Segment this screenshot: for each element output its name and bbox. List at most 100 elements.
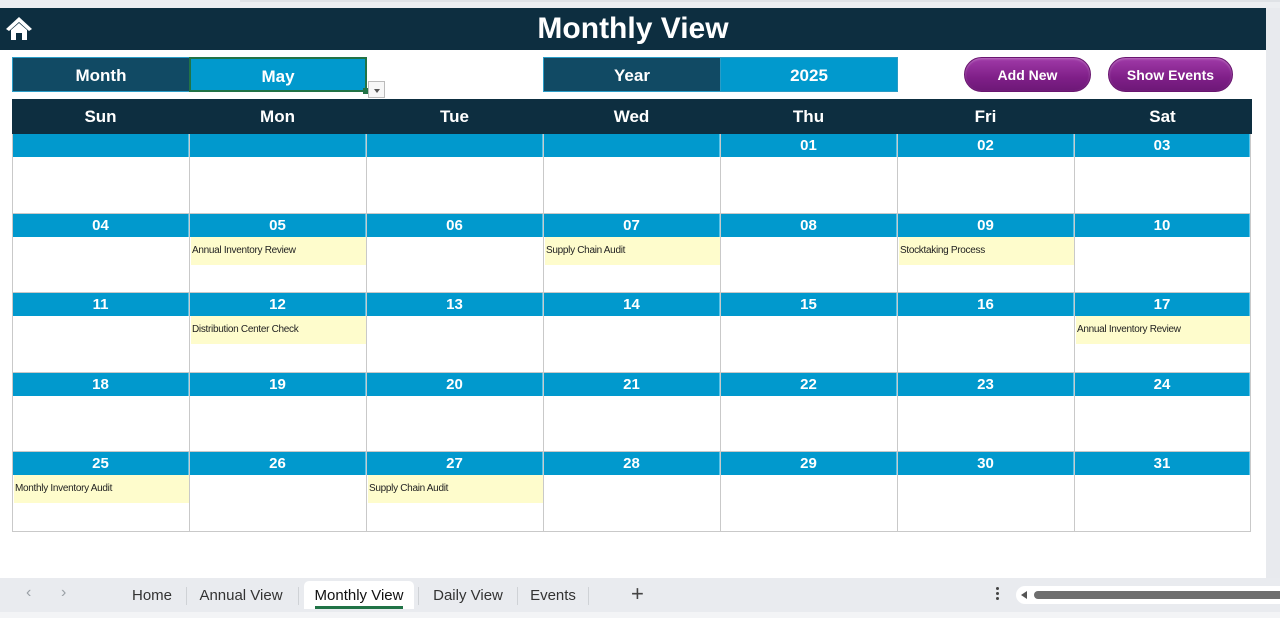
day-cell[interactable]: 15 <box>720 293 897 373</box>
day-number <box>13 134 189 157</box>
weekday-header: Sun Mon Tue Wed Thu Fri Sat <box>12 99 1252 134</box>
day-cell[interactable]: 14 <box>543 293 720 373</box>
day-number: 28 <box>544 452 720 475</box>
tab-home[interactable]: Home <box>122 581 182 609</box>
day-number: 18 <box>13 372 189 396</box>
add-sheet-button[interactable]: + <box>631 581 644 607</box>
day-number: 21 <box>544 372 720 396</box>
day-cell[interactable]: 05 Annual Inventory Review <box>189 213 366 293</box>
day-number <box>367 134 543 157</box>
day-cell[interactable]: 06 <box>366 213 543 293</box>
day-cell[interactable] <box>12 134 189 214</box>
day-cell[interactable]: 30 <box>897 452 1074 532</box>
day-number: 24 <box>1075 372 1250 396</box>
month-label: Month <box>12 57 190 92</box>
day-cell[interactable]: 19 <box>189 372 366 452</box>
calendar-weeks: 01 02 03 04 05 Annual Inventory Review 06 07 Sup… <box>12 134 1252 532</box>
tab-annual-view[interactable]: Annual View <box>192 581 290 609</box>
month-select-cell[interactable]: May <box>189 57 369 94</box>
day-number: 31 <box>1075 452 1250 475</box>
day-cell[interactable] <box>543 134 720 214</box>
page-title: Monthly View <box>537 12 729 45</box>
tab-daily-view[interactable]: Daily View <box>425 581 511 609</box>
day-cell[interactable]: 12 Distribution Center Check <box>189 293 366 373</box>
event-entry[interactable]: Supply Chain Audit <box>545 236 720 265</box>
weekday-sat: Sat <box>1149 107 1176 126</box>
day-cell[interactable]: 16 <box>897 293 1074 373</box>
show-events-button[interactable]: Show Events <box>1108 57 1233 92</box>
event-entry[interactable]: Annual Inventory Review <box>191 236 366 265</box>
day-cell[interactable]: 13 <box>366 293 543 373</box>
day-number <box>544 134 720 157</box>
tab-divider <box>418 587 419 605</box>
tab-monthly-view[interactable]: Monthly View <box>304 581 414 609</box>
day-number: 26 <box>190 452 366 475</box>
scroll-left-icon[interactable] <box>1021 591 1027 599</box>
day-number <box>190 134 366 157</box>
scrollbar-thumb[interactable] <box>1034 591 1280 599</box>
day-cell[interactable]: 03 <box>1074 134 1251 214</box>
day-number: 20 <box>367 372 543 396</box>
weekday-sun: Sun <box>84 107 117 126</box>
tab-events[interactable]: Events <box>524 581 582 609</box>
day-number: 17 <box>1075 293 1250 316</box>
day-cell[interactable]: 27 Supply Chain Audit <box>366 452 543 532</box>
event-entry[interactable]: Distribution Center Check <box>191 316 366 344</box>
day-cell[interactable]: 20 <box>366 372 543 452</box>
tab-monthly-view-label: Monthly View <box>314 587 404 609</box>
day-cell[interactable]: 08 <box>720 213 897 293</box>
day-number: 08 <box>721 213 897 237</box>
day-cell[interactable]: 09 Stocktaking Process <box>897 213 1074 293</box>
calendar-grid: Sun Mon Tue Wed Thu Fri Sat 01 02 03 04 05 An… <box>12 99 1252 532</box>
day-number: 12 <box>190 293 366 316</box>
day-number: 03 <box>1075 134 1250 157</box>
title-bar: Monthly View <box>0 8 1266 50</box>
event-entry[interactable]: Stocktaking Process <box>899 236 1074 265</box>
day-cell[interactable]: 22 <box>720 372 897 452</box>
weekday-fri: Fri <box>974 107 997 126</box>
horizontal-scrollbar[interactable] <box>1016 586 1280 604</box>
more-options-icon[interactable] <box>996 587 1000 603</box>
event-entry[interactable]: Monthly Inventory Audit <box>14 475 189 503</box>
day-number: 15 <box>721 293 897 316</box>
day-cell[interactable]: 25 Monthly Inventory Audit <box>12 452 189 532</box>
weekday-wed: Wed <box>613 107 650 126</box>
day-cell[interactable]: 23 <box>897 372 1074 452</box>
day-number: 29 <box>721 452 897 475</box>
day-cell[interactable]: 24 <box>1074 372 1251 452</box>
calendar-week: 25 Monthly Inventory Audit 26 27 Supply Chai… <box>12 452 1252 532</box>
weekday-mon: Mon <box>260 107 295 126</box>
right-gutter <box>1266 8 1280 578</box>
day-cell[interactable]: 01 <box>720 134 897 214</box>
day-cell[interactable]: 28 <box>543 452 720 532</box>
day-number: 22 <box>721 372 897 396</box>
day-cell[interactable]: 17 Annual Inventory Review <box>1074 293 1251 373</box>
day-cell[interactable]: 26 <box>189 452 366 532</box>
next-sheet-icon[interactable]: › <box>61 584 66 602</box>
day-cell[interactable]: 21 <box>543 372 720 452</box>
day-cell[interactable] <box>189 134 366 214</box>
day-cell[interactable]: 02 <box>897 134 1074 214</box>
calendar-week: 18 19 20 21 22 23 24 <box>12 372 1252 452</box>
month-dropdown-button[interactable] <box>368 81 385 98</box>
tab-divider <box>588 587 589 605</box>
day-number: 11 <box>13 293 189 316</box>
add-new-button[interactable]: Add New <box>964 57 1091 92</box>
day-cell[interactable]: 18 <box>12 372 189 452</box>
day-cell[interactable]: 31 <box>1074 452 1251 532</box>
sheet-tab-bar: ‹ › Home Annual View Monthly View Daily … <box>0 578 1280 612</box>
day-cell[interactable]: 29 <box>720 452 897 532</box>
tab-divider <box>517 587 518 605</box>
event-entry[interactable]: Annual Inventory Review <box>1076 316 1250 344</box>
top-strip <box>0 0 1280 8</box>
year-input-cell[interactable]: 2025 <box>720 57 898 92</box>
event-entry[interactable]: Supply Chain Audit <box>368 475 543 503</box>
prev-sheet-icon[interactable]: ‹ <box>26 584 31 602</box>
day-cell[interactable]: 11 <box>12 293 189 373</box>
day-cell[interactable]: 07 Supply Chain Audit <box>543 213 720 293</box>
day-cell[interactable]: 10 <box>1074 213 1251 293</box>
worksheet: Monthly View Month May Year 2025 Add New… <box>0 8 1266 578</box>
day-cell[interactable]: 04 <box>12 213 189 293</box>
weekday-thu: Thu <box>792 107 825 126</box>
day-cell[interactable] <box>366 134 543 214</box>
